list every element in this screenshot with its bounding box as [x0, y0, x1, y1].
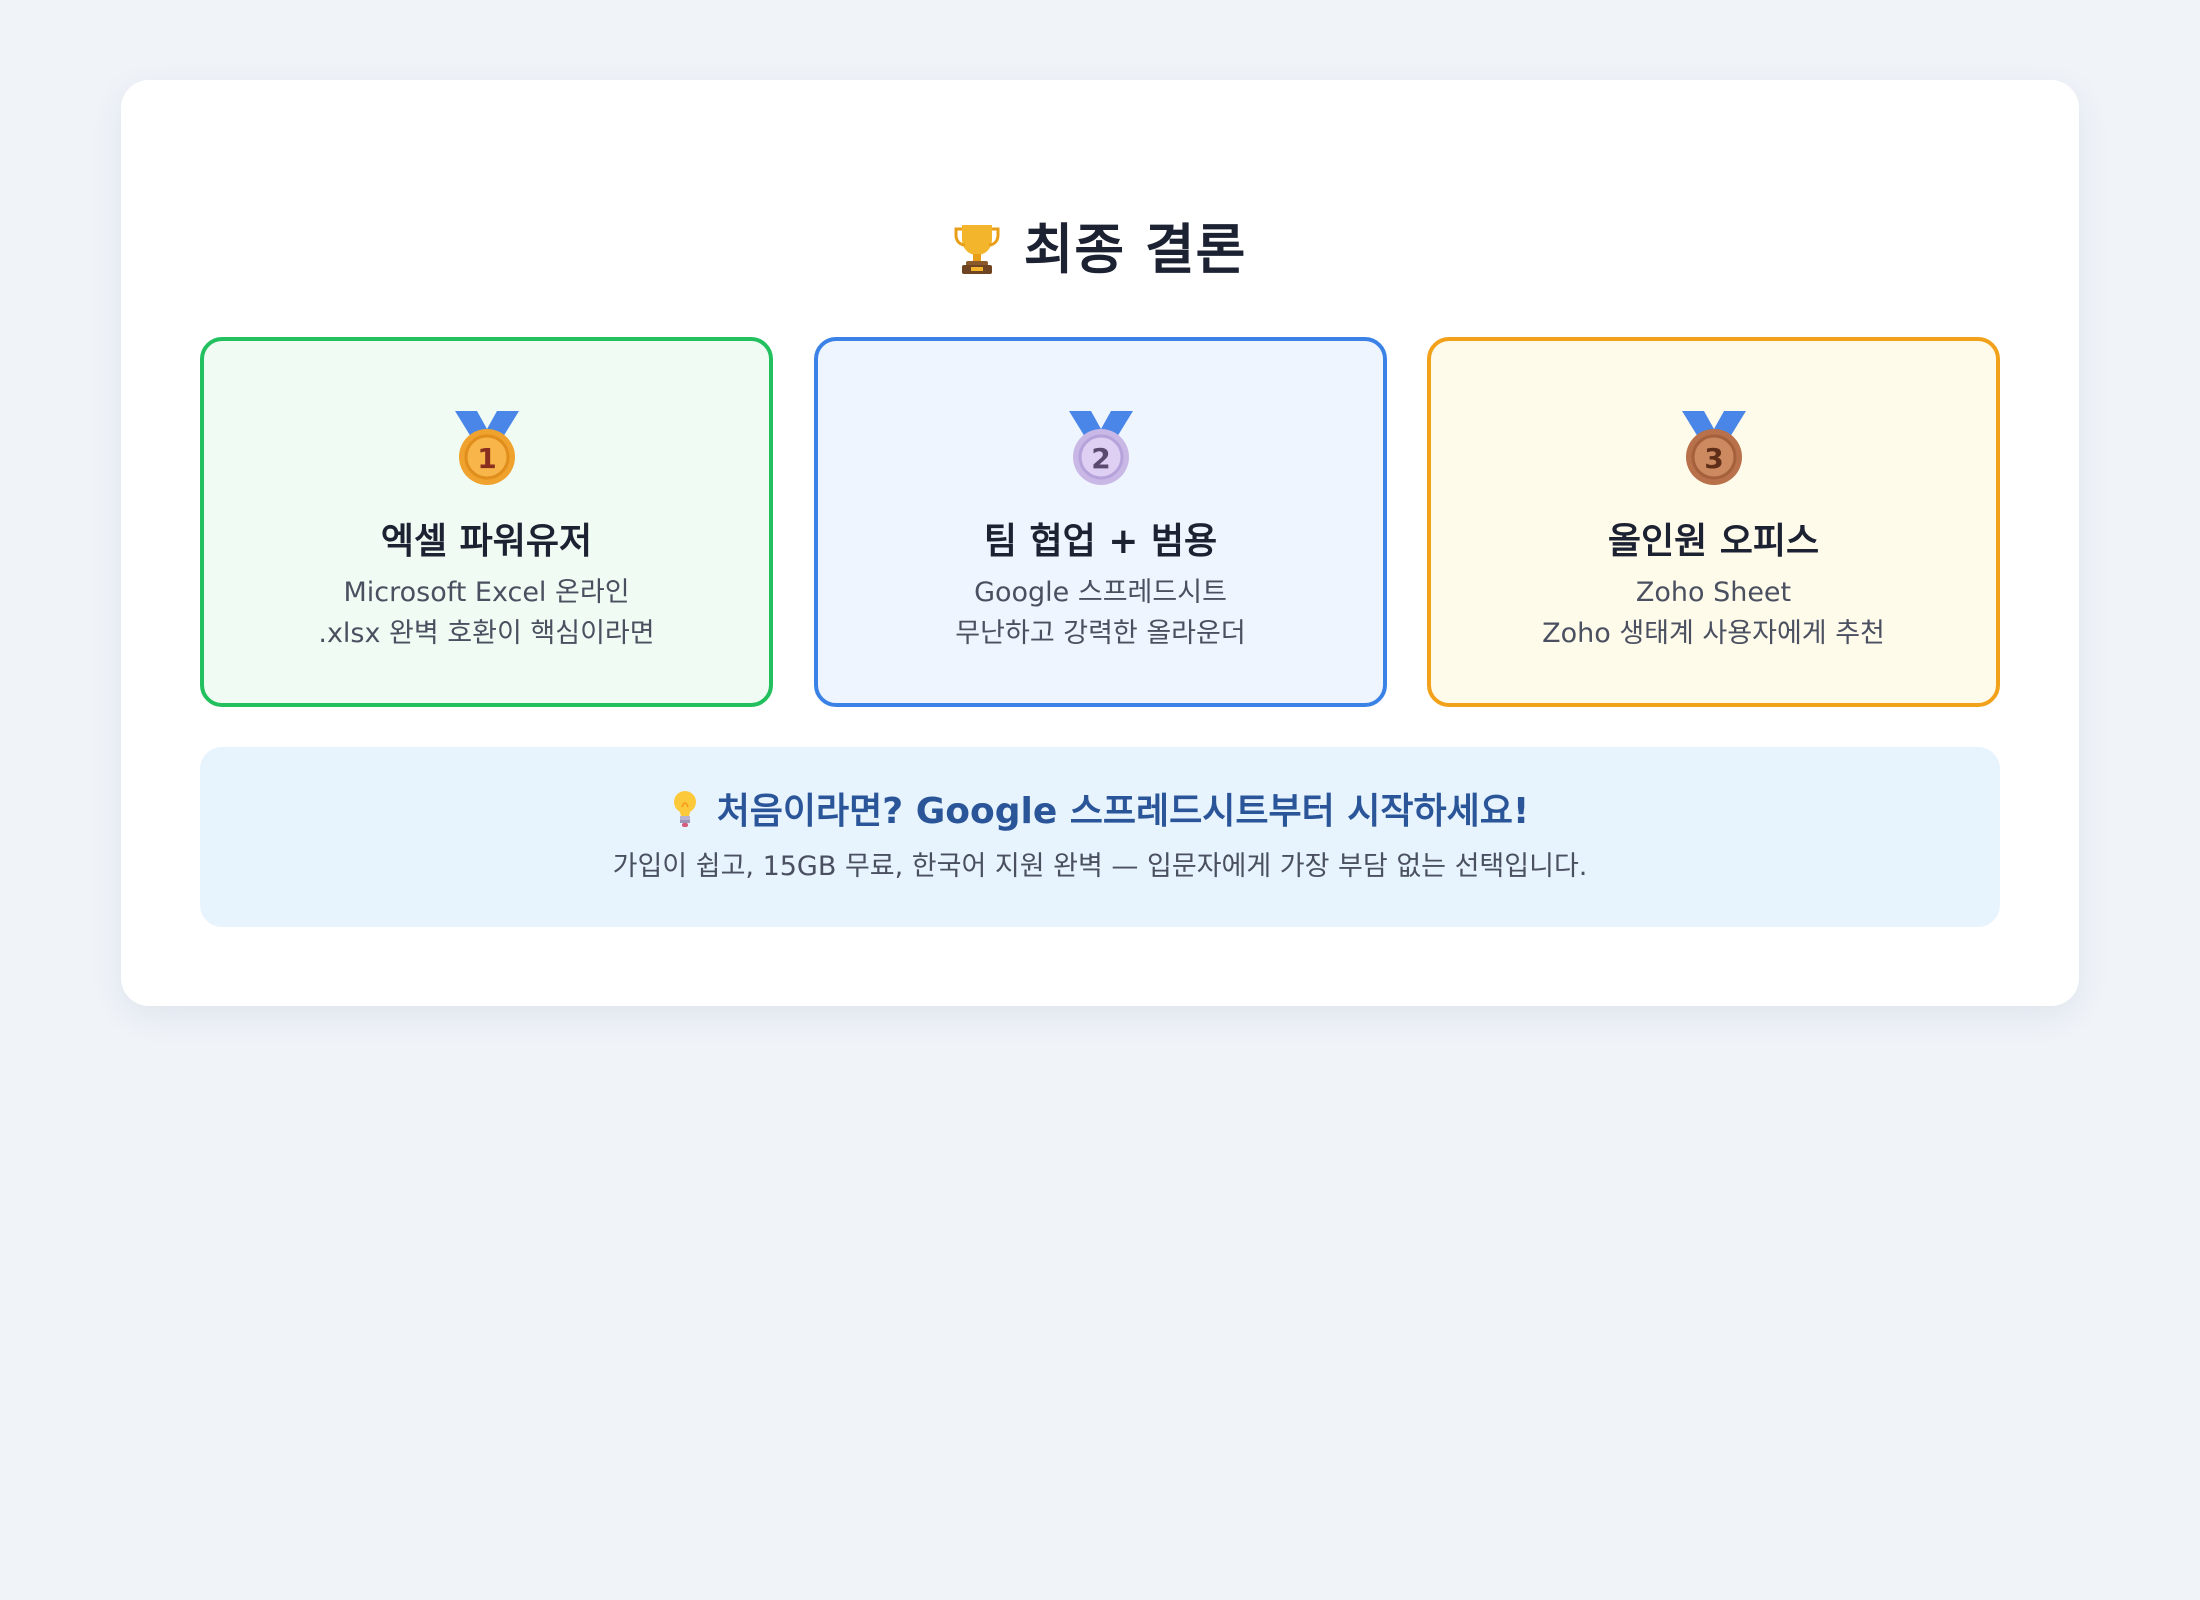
ranking-card-3: 3 올인원 오피스 Zoho Sheet Zoho 생태계 사용자에게 추천: [1427, 337, 2000, 707]
bronze-medal-icon: 3: [1681, 411, 1746, 485]
recommendation-title-text: 처음이라면? Google 스프레드시트부터 시작하세요!: [716, 791, 1530, 832]
svg-text:3: 3: [1704, 442, 1723, 475]
silver-medal-icon: 2: [1068, 411, 1133, 485]
gold-medal-icon: 1: [454, 411, 519, 485]
ranking-product: Google 스프레드시트: [974, 577, 1227, 608]
page-title: 최종 결론: [121, 210, 2079, 290]
ranking-card-1: 1 엑셀 파워유저 Microsoft Excel 온라인 .xlsx 완벽 호…: [200, 337, 773, 707]
ranking-description: Zoho 생태계 사용자에게 추천: [1542, 618, 1885, 649]
ranking-description: 무난하고 강력한 올라운더: [955, 618, 1246, 649]
ranking-title: 엑셀 파워유저: [380, 521, 593, 562]
recommendation-title: 처음이라면? Google 스프레드시트부터 시작하세요!: [200, 787, 2000, 837]
svg-text:1: 1: [477, 442, 496, 475]
ranking-title: 올인원 오피스: [1607, 521, 1820, 562]
ranking-card-2: 2 팀 협업 + 범용 Google 스프레드시트 무난하고 강력한 올라운더: [814, 337, 1387, 707]
page-title-text: 최종 결론: [1023, 218, 1247, 281]
recommendation-banner: 처음이라면? Google 스프레드시트부터 시작하세요! 가입이 쉽고, 15…: [200, 747, 2000, 927]
ranking-product: Microsoft Excel 온라인: [343, 577, 630, 608]
ranking-title: 팀 협업 + 범용: [983, 521, 1218, 562]
trophy-icon: [954, 225, 1000, 275]
ranking-product: Zoho Sheet: [1635, 577, 1792, 608]
ranking-list: 1 엑셀 파워유저 Microsoft Excel 온라인 .xlsx 완벽 호…: [200, 337, 2000, 707]
conclusion-card: 최종 결론 1 엑셀 파워유저 Microsoft Excel 온라인 .xls…: [121, 80, 2079, 1006]
recommendation-subtitle: 가입이 쉽고, 15GB 무료, 한국어 지원 완벽 — 입문자에게 가장 부담…: [612, 851, 1588, 882]
svg-text:2: 2: [1091, 442, 1110, 475]
ranking-description: .xlsx 완벽 호환이 핵심이라면: [318, 618, 655, 649]
lightbulb-icon: [673, 791, 696, 827]
